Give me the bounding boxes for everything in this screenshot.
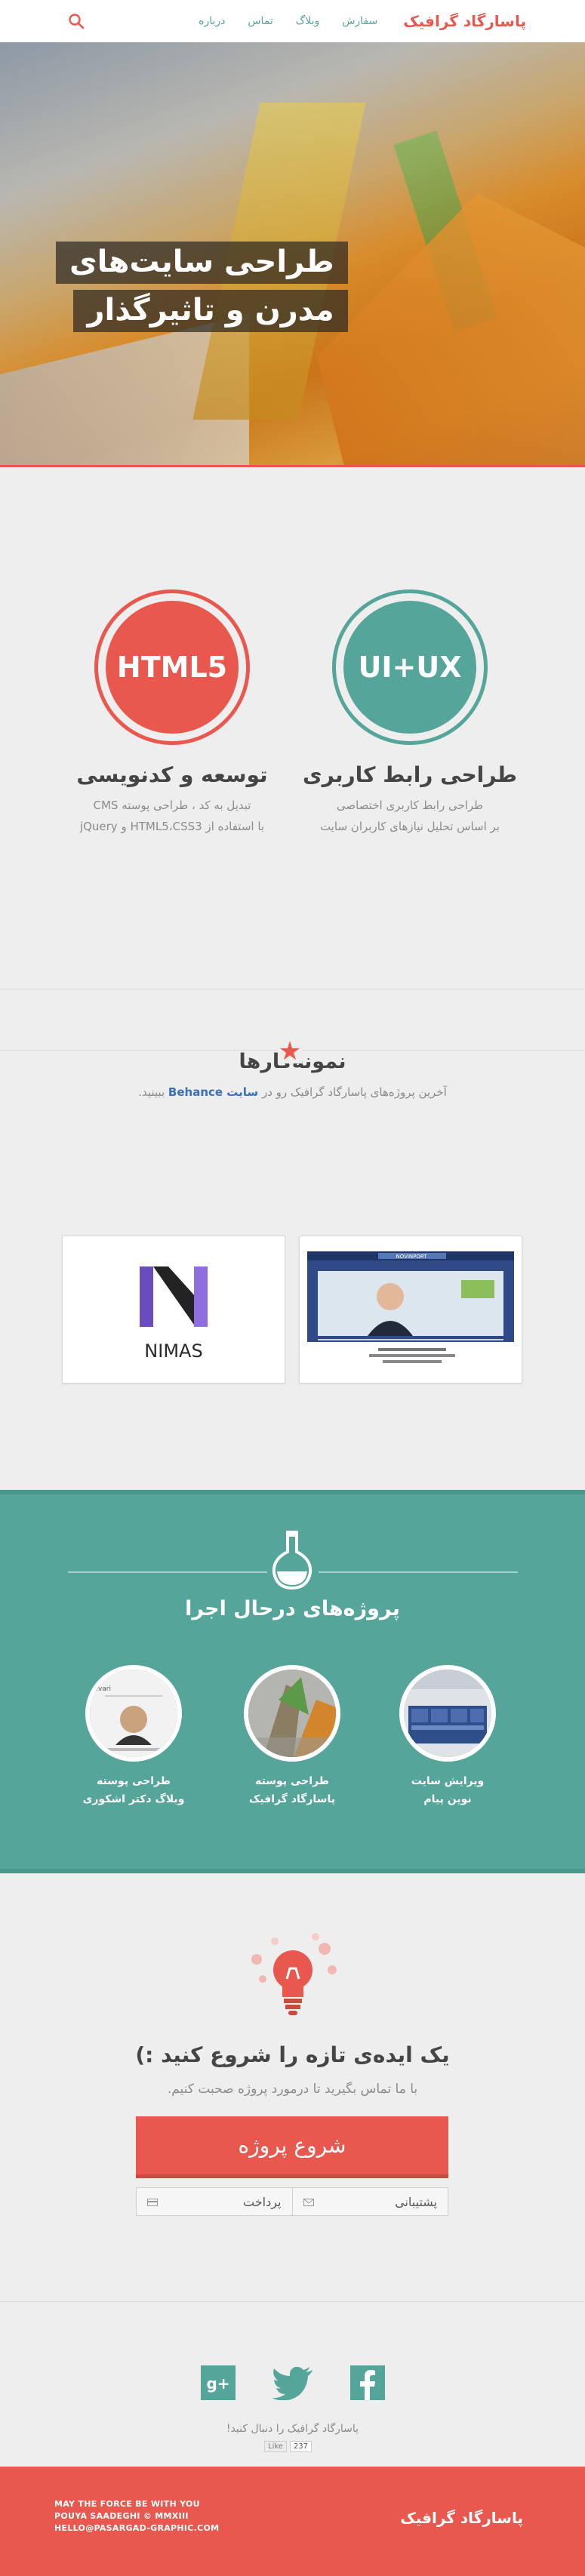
footer-email[interactable]: HELLO@PASARGAD-GRAPHIC.COM xyxy=(54,2522,219,2534)
novinport-screenshot: NOVINPORT xyxy=(300,1236,522,1383)
follow-text: پاسارگاد گرافیک را دنبال کنید! xyxy=(226,2423,359,2435)
call-to-action-section: یک ایده‌ی تازه را شروع کنید :) با ما تما… xyxy=(0,1873,585,2302)
project-thumbnail xyxy=(244,1665,340,1762)
mail-icon xyxy=(303,2195,314,2209)
feature-description: طراحی رابط کاربری اختصاصی بر اساس تحلیل ن… xyxy=(320,799,500,833)
like-count: 237 xyxy=(289,2441,313,2452)
nav-item-about[interactable]: درباره xyxy=(199,15,225,27)
nimas-logo: NIMAS xyxy=(63,1236,285,1383)
hero-title-line-2: مدرن و تاثیرگذار xyxy=(73,290,348,332)
behance-link[interactable]: سایت Behance xyxy=(168,1085,258,1099)
feature-title: طراحی رابط کاربری xyxy=(302,762,518,787)
project-thumbnail xyxy=(399,1665,496,1762)
svg-text:g+: g+ xyxy=(206,2374,229,2393)
payment-label: پرداخت xyxy=(243,2194,282,2209)
like-widget: Like 237 xyxy=(264,2441,313,2452)
brand-logo[interactable]: پاسارگاد گرافیک xyxy=(403,12,526,30)
footer: MAY THE FORCE BE WITH YOU POUYA SAADEGHI… xyxy=(0,2467,585,2576)
in-progress-section: پروژه‌های درحال اجرا ویرایش سایت نوین پیا… xyxy=(0,1490,585,1873)
secondary-buttons: پشتیبانی پرداخت xyxy=(136,2187,448,2216)
portfolio-card-nimas[interactable]: NIMAS xyxy=(62,1236,285,1383)
project-caption: طراحی پوسته پاسارگاد گرافیک xyxy=(249,1775,335,1805)
footer-line: MAY THE FORCE BE WITH YOU xyxy=(54,2499,200,2509)
star-icon: ★ xyxy=(278,1036,302,1066)
feature-title: توسعه و کدنویسی xyxy=(76,762,268,787)
support-button[interactable]: پشتیبانی xyxy=(293,2188,448,2215)
section-divider xyxy=(68,1571,267,1573)
ui-ux-badge: UI+UX xyxy=(336,593,484,741)
top-nav: پاسارگاد گرافیک سفارش وبلاگ تماس درباره xyxy=(0,0,585,42)
support-label: پشتیبانی xyxy=(395,2194,437,2209)
lightbulb-icon xyxy=(240,1926,346,2027)
in-progress-title: پروژه‌های درحال اجرا xyxy=(185,1597,400,1620)
novinport-logo-text: NOVINPORT xyxy=(396,1254,427,1260)
page: پاسارگاد گرافیک سفارش وبلاگ تماس درباره … xyxy=(0,0,585,2576)
project-caption: ویرایش سایت نوین پیام xyxy=(411,1775,485,1805)
google-plus-icon[interactable]: g+ xyxy=(200,2365,236,2403)
nav-item-contact[interactable]: تماس xyxy=(248,15,272,27)
origami-paper-shape xyxy=(317,193,585,465)
footer-brand: پاسارگاد گرافیک xyxy=(400,2509,523,2527)
like-button[interactable]: Like xyxy=(264,2441,287,2452)
cta-subtitle: با ما تماس بگیرید تا درمورد پروژه صحبت ک… xyxy=(167,2082,418,2097)
feature-html5: HTML5 توسعه و کدنویسی تبدیل به کد ، طراح… xyxy=(55,593,289,837)
payment-button[interactable]: پرداخت xyxy=(137,2188,293,2215)
project-caption: طراحی پوسته وبلاگ دکتر اشکوری xyxy=(82,1775,185,1805)
portfolio-section: ★ نمونه‌کارها آخرین پروژه‌های پاسارگاد گ… xyxy=(0,1036,585,1490)
thumbnail-label: Dr.Eshkevari xyxy=(90,1685,111,1693)
section-divider xyxy=(319,1571,518,1573)
feature-ui-ux: UI+UX طراحی رابط کاربری طراحی رابط کاربر… xyxy=(293,593,527,837)
nav-links: سفارش وبلاگ تماس درباره xyxy=(199,15,377,27)
flask-icon xyxy=(271,1529,313,1593)
cta-title: یک ایده‌ی تازه را شروع کنید :) xyxy=(135,2042,450,2067)
hero-title: طراحی سایت‌های مدرن و تاثیرگذار xyxy=(56,242,348,338)
project-novin-payam[interactable]: ویرایش سایت نوین پیام xyxy=(376,1665,519,1808)
portfolio-card-novinport[interactable]: NOVINPORT xyxy=(299,1236,522,1383)
facebook-icon[interactable] xyxy=(349,2365,385,2403)
footer-line: POUYA SAADEGHI © MMXIII xyxy=(54,2511,189,2521)
social-section: g+ پاسارگاد گرافیک را دنبال کنید! Like 2… xyxy=(0,2302,585,2467)
nav-item-order[interactable]: سفارش xyxy=(342,15,377,27)
nav-item-blog[interactable]: وبلاگ xyxy=(296,15,320,27)
html5-badge: HTML5 xyxy=(98,593,246,741)
project-dr-eshkevari-blog[interactable]: Dr.Eshkevari طراحی پوستهوبلاگ دکتر اشکور… xyxy=(62,1665,205,1808)
project-pasargad-graphic[interactable]: طراحی پوسته پاسارگاد گرافیک xyxy=(220,1665,364,1808)
credit-card-icon xyxy=(147,2195,158,2209)
footer-credits: MAY THE FORCE BE WITH YOU POUYA SAADEGHI… xyxy=(54,2498,219,2534)
project-thumbnail: Dr.Eshkevari xyxy=(85,1665,182,1762)
portfolio-subtitle: آخرین پروژه‌های پاسارگاد گرافیک رو در سا… xyxy=(138,1085,447,1099)
hero-banner: طراحی سایت‌های مدرن و تاثیرگذار xyxy=(0,42,585,465)
nimas-logo-text: NIMAS xyxy=(144,1340,202,1362)
social-icons: g+ xyxy=(0,2365,585,2403)
feature-description: تبدیل به کد ، طراحی پوسته CMS با استفاده … xyxy=(79,799,265,833)
services-section: UI+UX طراحی رابط کاربری طراحی رابط کاربر… xyxy=(0,467,585,989)
start-project-button[interactable]: شروع پروژه xyxy=(136,2116,448,2178)
twitter-icon[interactable] xyxy=(271,2365,314,2403)
search-icon[interactable] xyxy=(68,13,85,29)
hero-title-line-1: طراحی سایت‌های xyxy=(56,242,348,284)
